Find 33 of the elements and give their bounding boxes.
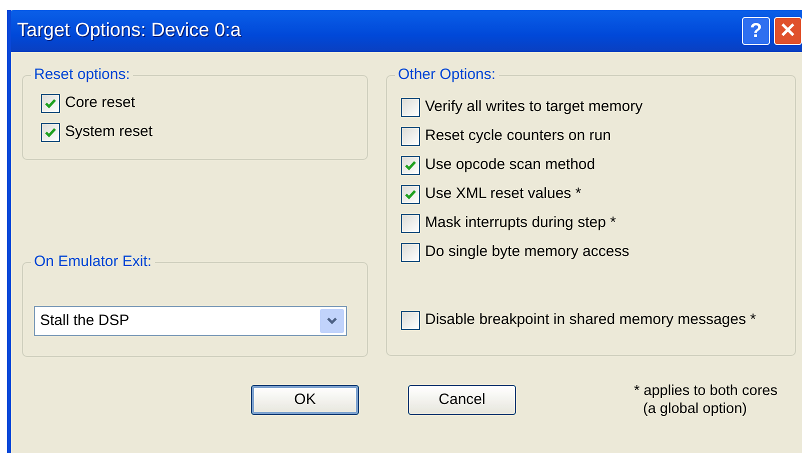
check-icon — [44, 97, 57, 110]
window-title: Target Options: Device 0:a — [17, 18, 242, 43]
ok-button[interactable]: OK — [251, 385, 359, 415]
footnote-text: * applies to both cores — [634, 382, 778, 400]
checkbox[interactable] — [401, 156, 420, 175]
checkbox-label: Mask interrupts during step * — [425, 213, 616, 234]
check-icon — [44, 126, 57, 139]
exit-action-dropdown[interactable]: Stall the DSP — [34, 306, 347, 336]
checkbox[interactable] — [401, 127, 420, 146]
check-icon — [404, 159, 417, 172]
checkbox-label: Verify all writes to target memory — [425, 97, 643, 118]
cancel-button[interactable]: Cancel — [408, 385, 516, 415]
checkbox-label: Do single byte memory access — [425, 242, 630, 262]
checkbox[interactable] — [401, 185, 420, 204]
checkbox[interactable] — [41, 123, 60, 142]
checkbox-label: Use XML reset values * — [425, 184, 582, 204]
checkbox[interactable] — [401, 243, 420, 262]
help-button[interactable]: ? — [742, 17, 770, 45]
footnote-text: (a global option) — [642, 400, 748, 418]
group-title: Other Options: — [395, 66, 499, 84]
checkbox-label: System reset — [65, 122, 153, 142]
checkbox[interactable] — [401, 98, 420, 117]
checkbox-label: Use opcode scan method — [425, 155, 596, 176]
checkbox-label: Core reset — [65, 93, 136, 114]
checkbox[interactable] — [41, 94, 60, 113]
group-title: Reset options: — [31, 66, 133, 84]
dropdown-value: Stall the DSP — [40, 310, 130, 331]
close-button[interactable]: ✕ — [774, 17, 802, 45]
checkbox-label: Disable breakpoint in shared memory messages * — [425, 310, 756, 330]
checkbox-label: Reset cycle counters on run — [425, 126, 611, 146]
check-icon — [404, 188, 417, 201]
checkbox[interactable] — [401, 311, 420, 330]
checkbox[interactable] — [401, 214, 420, 233]
